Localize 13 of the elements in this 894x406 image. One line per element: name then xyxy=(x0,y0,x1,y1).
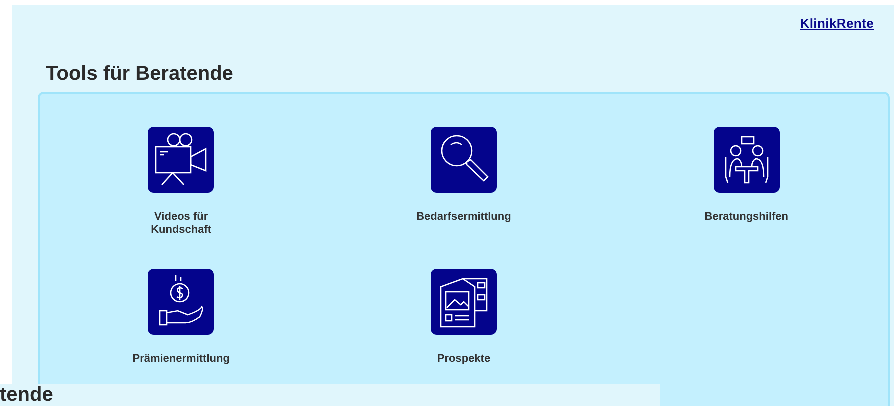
section-heading: Tools für Beratende xyxy=(46,62,234,86)
brochure-icon[interactable] xyxy=(430,269,497,335)
tool-link[interactable]: Videos für Kundschaft xyxy=(129,211,234,237)
tool-link[interactable]: Prospekte xyxy=(437,353,491,366)
tool-link[interactable]: Prämienermittlung xyxy=(132,353,230,366)
tool-link[interactable]: Bedarfsermittlung xyxy=(416,211,512,224)
search-icon[interactable] xyxy=(430,127,497,193)
movie-camera-icon[interactable] xyxy=(148,127,214,193)
tool-link[interactable]: Beratungshilfen xyxy=(704,211,789,224)
coin-hand-icon[interactable] xyxy=(148,269,214,335)
meeting-icon[interactable] xyxy=(714,127,780,193)
overlay-heading: tende xyxy=(0,385,54,406)
logo-link[interactable]: KlinikRente xyxy=(800,16,874,31)
